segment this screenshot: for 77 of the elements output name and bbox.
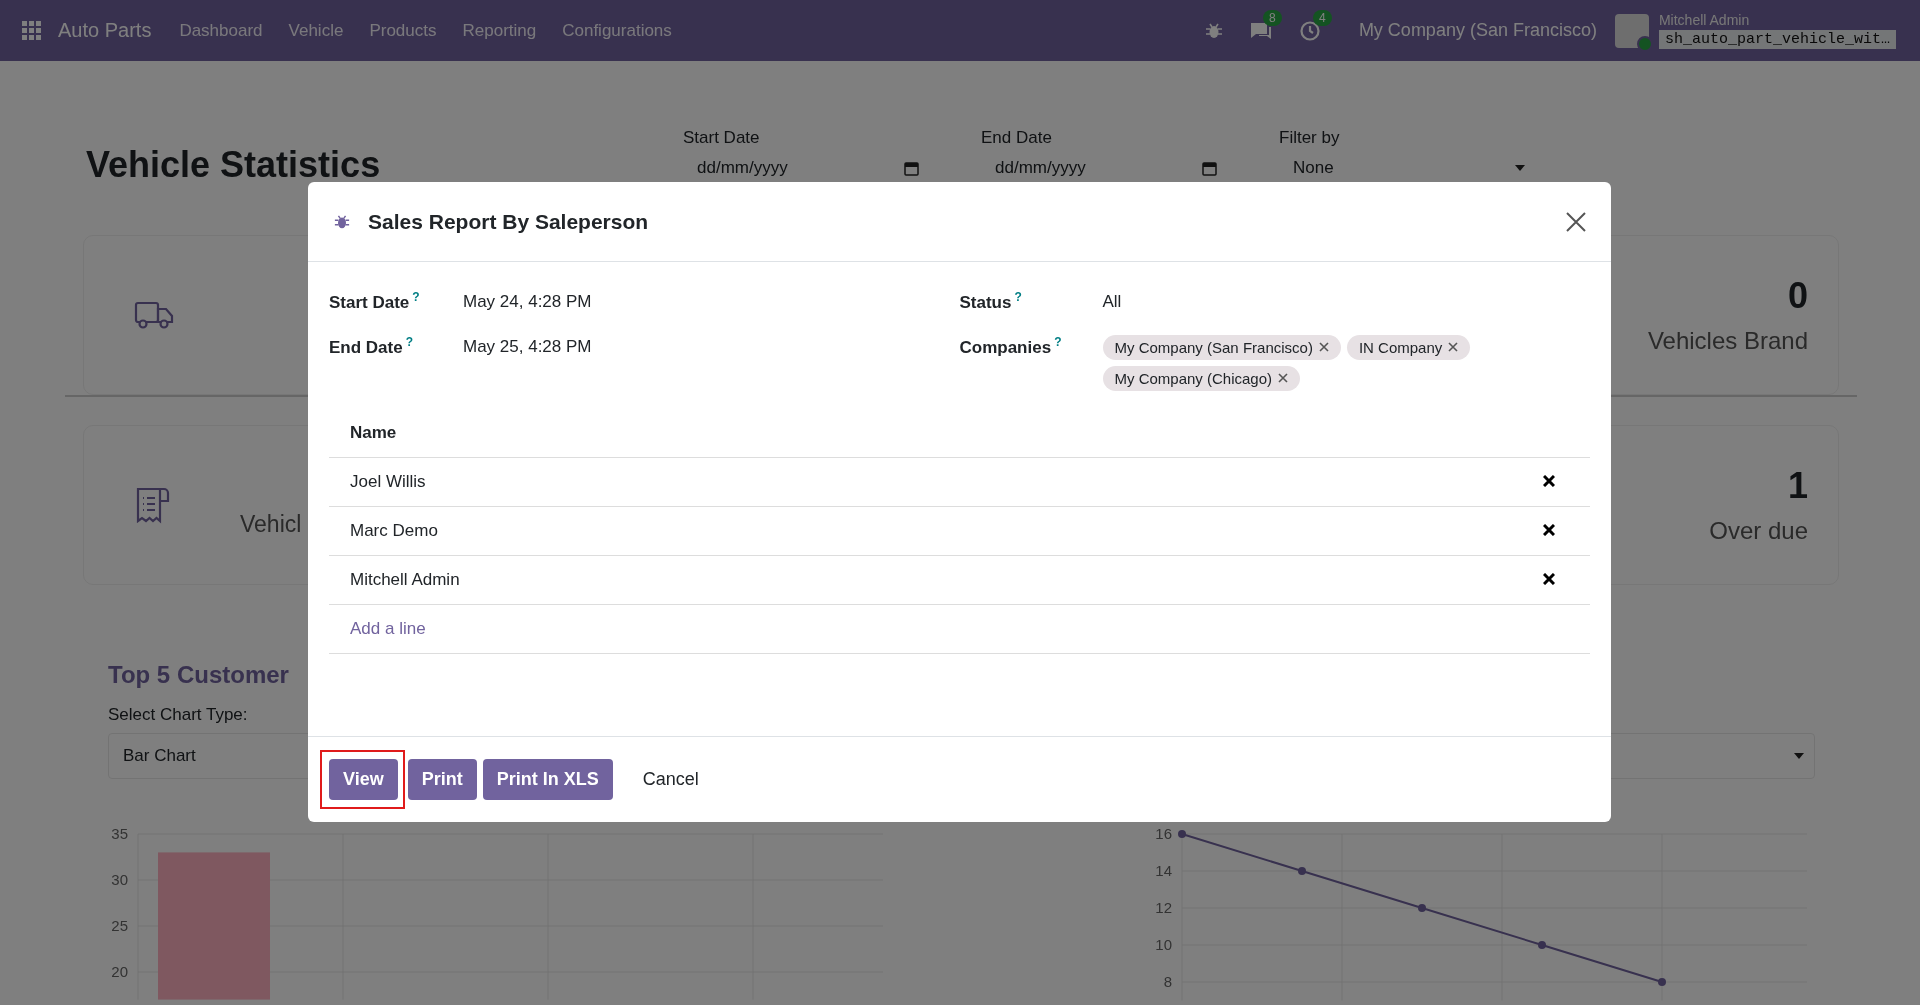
user-name[interactable]: Mitchell Admin xyxy=(1658,12,1896,28)
app-name[interactable]: Auto Parts xyxy=(58,19,152,42)
menu-item[interactable]: Dashboard xyxy=(179,20,263,41)
menu-item[interactable]: Reporting xyxy=(462,20,537,41)
column-header: Name xyxy=(329,408,1508,458)
page-title: Vehicle Statistics xyxy=(86,144,382,181)
company-switcher[interactable]: My Company (San Francisco) xyxy=(1358,20,1597,41)
stat-label: Vehicles Brand xyxy=(1647,327,1808,355)
cancel-button[interactable]: Cancel xyxy=(628,759,713,800)
receipt-icon xyxy=(134,485,172,525)
axis-tick-label: 14 xyxy=(1155,862,1172,879)
axis-tick-label: 10 xyxy=(1155,936,1172,953)
axis-tick-label: 30 xyxy=(111,871,128,888)
chart-point xyxy=(1658,978,1666,986)
filter-label: Filter by xyxy=(1279,128,1341,148)
truck-icon xyxy=(134,300,174,330)
menu-item[interactable]: Configurations xyxy=(562,20,672,41)
axis-tick-label: 20 xyxy=(111,963,128,980)
axis-tick-label: 8 xyxy=(1163,973,1172,990)
delete-icon[interactable] xyxy=(1543,523,1555,536)
stat-value: 1 xyxy=(1787,465,1808,507)
filter-label: Start Date xyxy=(683,128,761,148)
axis-tick-label: 25 xyxy=(111,917,128,934)
dialog-button[interactable]: Print In XLS xyxy=(482,759,613,800)
user-avatar[interactable] xyxy=(1614,13,1649,48)
bug-icon xyxy=(334,213,350,230)
field-value[interactable]: May 25, 4:28 PM xyxy=(463,336,592,357)
date-field[interactable]: dd/mm/yyyy xyxy=(697,158,847,178)
filter-label: End Date xyxy=(981,128,1053,148)
axis-tick-label: 16 xyxy=(1155,825,1172,842)
chart-point xyxy=(1178,830,1186,838)
caret-icon xyxy=(1515,165,1525,171)
apps-menu-icon[interactable] xyxy=(22,20,42,41)
dialog-title: Sales Report By Saleperson xyxy=(368,209,650,234)
delete-icon[interactable] xyxy=(1543,474,1555,487)
database-name: sh_auto_part_vehicle_wit… xyxy=(1658,30,1896,49)
chart-point xyxy=(1418,904,1426,912)
field-label: Companies $^{?}$ xyxy=(959,334,1063,358)
date-field[interactable]: dd/mm/yyyy xyxy=(995,158,1145,178)
stat-value: 0 xyxy=(1787,275,1808,317)
chart-point xyxy=(1538,941,1546,949)
tag-label: My Company (San Francisco) xyxy=(1114,338,1313,356)
activity-count-badge: 4 xyxy=(1312,9,1332,26)
calendar-icon[interactable] xyxy=(1202,160,1217,176)
section-title: Top 5 Customer xyxy=(108,661,290,689)
table-cell[interactable]: Joel Willis xyxy=(329,457,1508,507)
close-icon[interactable] xyxy=(1565,210,1587,233)
menu-item[interactable]: Products xyxy=(369,20,437,41)
field-value[interactable]: May 24, 4:28 PM xyxy=(463,292,592,312)
caret-icon xyxy=(1794,753,1804,759)
remove-tag-icon[interactable] xyxy=(1318,342,1329,353)
table-cell[interactable]: Mitchell Admin xyxy=(329,555,1508,605)
add-line-link[interactable]: Add a line xyxy=(350,618,426,638)
clock-icon[interactable] xyxy=(1298,19,1321,42)
tag-label: IN Company xyxy=(1358,338,1443,356)
field-label: Select Chart Type: xyxy=(108,705,249,725)
field-label: End Date $^{?}$ xyxy=(329,334,415,358)
field-label: Start Date $^{?}$ xyxy=(329,290,421,313)
menu-item[interactable]: Vehicle xyxy=(288,20,344,41)
dialog-button[interactable]: Print xyxy=(407,759,477,800)
field-label: Status $^{?}$ xyxy=(959,290,1023,313)
table-cell[interactable]: Marc Demo xyxy=(329,506,1508,556)
message-count-badge: 8 xyxy=(1262,9,1282,26)
axis-tick-label: 35 xyxy=(111,825,128,842)
dialog-button[interactable]: View xyxy=(329,759,398,800)
field-value[interactable]: All xyxy=(1102,292,1122,312)
delete-icon[interactable] xyxy=(1543,572,1555,585)
filter-select[interactable]: None xyxy=(1279,158,1539,178)
stat-label: Vehicl xyxy=(240,510,302,538)
remove-tag-icon[interactable] xyxy=(1278,373,1289,384)
remove-tag-icon[interactable] xyxy=(1448,342,1459,353)
tag-label: My Company (Chicago) xyxy=(1114,369,1273,387)
calendar-icon[interactable] xyxy=(904,160,919,176)
bug-icon[interactable] xyxy=(1204,21,1223,40)
chart-point xyxy=(1298,867,1306,875)
axis-tick-label: 12 xyxy=(1155,899,1172,916)
stat-label: Over due xyxy=(1709,517,1808,545)
